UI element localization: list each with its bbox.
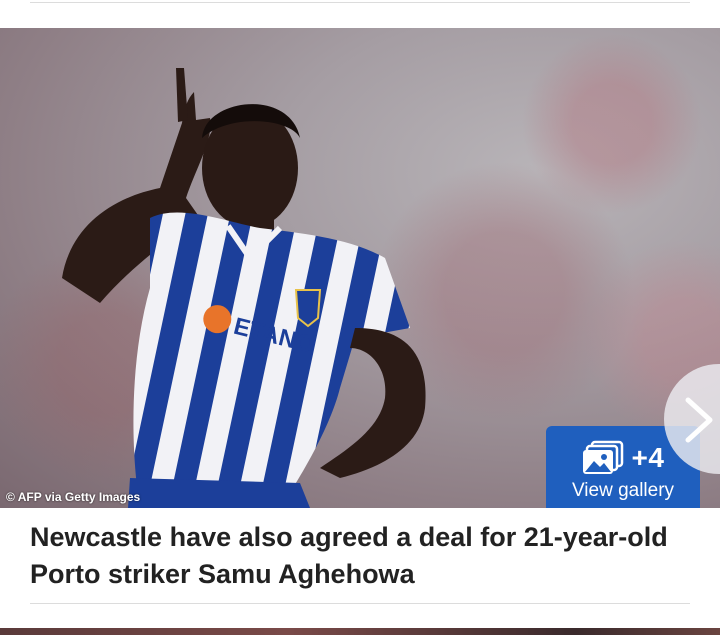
gallery-count: +4 [631,442,665,473]
gallery-icon [582,440,623,474]
article-photo[interactable]: ETANO © AFP via Getty Images +4 View gal… [0,28,720,508]
bottom-divider [30,603,690,604]
top-divider [30,2,690,3]
chevron-right-icon [685,397,713,443]
gallery-label: View gallery [571,480,675,501]
image-caption: Newcastle have also agreed a deal for 21… [30,522,668,589]
photo-credit: © AFP via Getty Images [6,490,141,504]
next-article-photo[interactable] [0,628,720,635]
